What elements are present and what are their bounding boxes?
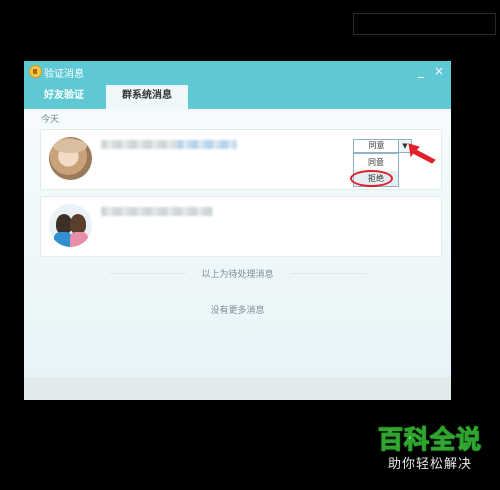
watermark-title: 百科全说 <box>377 425 482 455</box>
annotation-arrow <box>408 143 436 164</box>
watermark-subtitle: 助你轻松解决 <box>387 457 472 472</box>
watermark: 百科全说 助你轻松解决 <box>368 424 492 482</box>
